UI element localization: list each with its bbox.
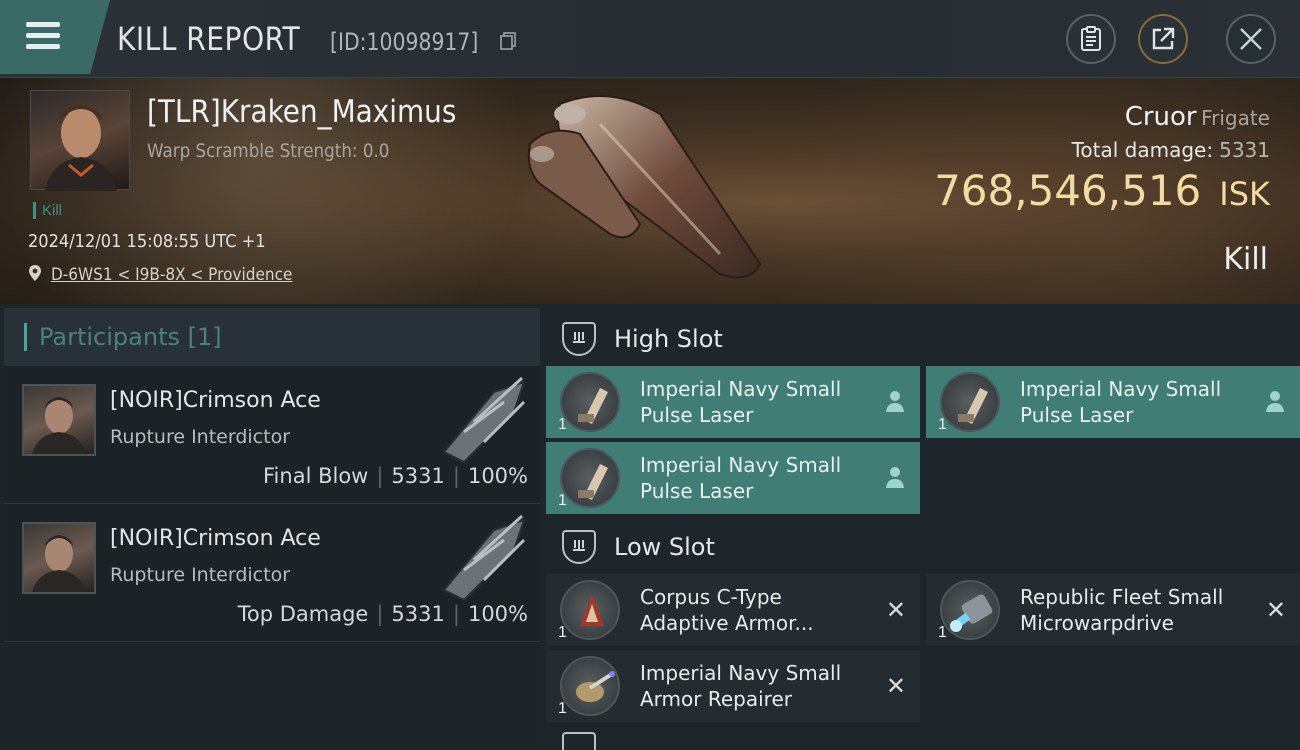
participant-card[interactable]: [NOIR]Crimson Ace Rupture Interdictor To…	[4, 504, 540, 642]
fitting-panel: High Slot 1 Imperial Navy Small Pulse La…	[540, 304, 1300, 750]
module-name: Imperial Navy Small Armor Repairer	[640, 661, 842, 711]
warp-scramble-strength: Warp Scramble Strength: 0.0	[147, 140, 390, 162]
victim-ship-image	[527, 95, 762, 279]
module-name: Imperial Navy Small Pulse Laser	[1020, 377, 1222, 427]
module-item[interactable]: 1 Imperial Navy Small Pulse Laser	[926, 366, 1300, 438]
module-item[interactable]: 1 Republic Fleet Small Microwarpdrive ✕	[926, 574, 1300, 646]
destroyed-icon: ✕	[885, 672, 906, 700]
clipboard-button[interactable]	[1066, 14, 1116, 64]
participant-ship: Rupture Interdictor	[110, 564, 290, 586]
pulse-laser-icon	[560, 448, 620, 508]
kill-datetime: 2024/12/01 15:08:55 UTC +1	[28, 231, 266, 252]
mid-slot-icon	[562, 732, 596, 750]
participant-percent: 100%	[467, 602, 528, 626]
person-icon	[1266, 391, 1284, 412]
participant-ship-image	[442, 514, 526, 602]
module-item[interactable]: 1 Imperial Navy Small Pulse Laser	[546, 442, 920, 514]
module-item[interactable]: 1 Corpus C-Type Adaptive Armor... ✕	[546, 574, 920, 646]
participants-title: Participants [1]	[39, 323, 222, 351]
total-damage-value: 5331	[1219, 138, 1270, 162]
pulse-laser-icon	[940, 372, 1000, 432]
participant-damage: 5331	[391, 602, 445, 626]
module-item[interactable]: 1 Imperial Navy Small Pulse Laser	[546, 366, 920, 438]
participants-header[interactable]: Participants [1]	[4, 308, 540, 366]
participant-name[interactable]: [NOIR]Crimson Ace	[110, 526, 321, 551]
share-icon	[1152, 27, 1175, 50]
person-icon	[886, 391, 904, 412]
close-icon	[1240, 28, 1262, 50]
participant-damage: 5331	[391, 464, 445, 488]
module-quantity: 1	[558, 492, 567, 509]
module-quantity: 1	[558, 624, 567, 641]
participants-panel: Participants [1] [NOIR]Crimson Ace Ruptu…	[0, 304, 540, 750]
copy-icon[interactable]	[500, 32, 516, 50]
report-id: [ID:10098917]	[330, 28, 479, 56]
isk-unit: ISK	[1219, 175, 1270, 213]
kill-tag: Kill	[33, 202, 62, 219]
module-quantity: 1	[938, 624, 947, 641]
person-icon	[886, 467, 904, 488]
module-name: Imperial Navy Small Pulse Laser	[640, 377, 842, 427]
participant-role: Top Damage	[237, 602, 369, 626]
pilot-portrait-icon	[45, 105, 117, 191]
participant-ship-image	[442, 376, 526, 464]
isk-value: 768,546,516	[934, 166, 1202, 215]
participant-avatar[interactable]	[22, 384, 96, 456]
module-name: Imperial Navy Small Pulse Laser	[640, 453, 842, 503]
armor-repairer-icon	[560, 656, 620, 716]
low-slot-icon	[562, 530, 596, 564]
participant-percent: 100%	[467, 464, 528, 488]
participant-role: Final Blow	[263, 464, 369, 488]
menu-button[interactable]	[0, 0, 110, 74]
result-label: Kill	[1223, 242, 1268, 277]
low-slot-header: Low Slot	[546, 518, 1300, 576]
module-name: Corpus C-Type Adaptive Armor...	[640, 585, 814, 635]
module-quantity: 1	[558, 700, 567, 717]
participant-avatar[interactable]	[22, 522, 96, 594]
module-quantity: 1	[558, 416, 567, 433]
module-quantity: 1	[938, 416, 947, 433]
high-slot-header: High Slot	[546, 310, 1300, 368]
destroyed-icon: ✕	[885, 596, 906, 624]
kill-location-link[interactable]: D-6WS1 < I9B-8X < Providence	[51, 265, 292, 285]
participant-card[interactable]: [NOIR]Crimson Ace Rupture Interdictor Fi…	[4, 366, 540, 504]
participant-name[interactable]: [NOIR]Crimson Ace	[110, 388, 321, 413]
header-bar: KILL REPORT [ID:10098917]	[0, 0, 1300, 78]
victim-ship-name[interactable]: Cruor	[1125, 102, 1197, 132]
clipboard-icon	[1081, 26, 1101, 51]
location-pin-icon	[29, 265, 41, 281]
share-button[interactable]	[1138, 14, 1188, 64]
armor-hardener-icon	[560, 580, 620, 640]
victim-ship-class: Frigate	[1201, 106, 1270, 130]
high-slot-label: High Slot	[614, 325, 723, 353]
victim-pilot-name[interactable]: [TLR]Kraken_Maximus	[147, 94, 456, 130]
module-item[interactable]: 1 Imperial Navy Small Armor Repairer ✕	[546, 650, 920, 722]
pilot-portrait-icon	[32, 397, 86, 454]
victim-portrait[interactable]	[30, 90, 130, 191]
victim-summary: [TLR]Kraken_Maximus Warp Scramble Streng…	[0, 78, 1300, 304]
pulse-laser-icon	[560, 372, 620, 432]
destroyed-icon: ✕	[1265, 596, 1286, 624]
low-slot-label: Low Slot	[614, 533, 715, 561]
participant-ship: Rupture Interdictor	[110, 426, 290, 448]
pilot-portrait-icon	[32, 535, 86, 592]
high-slot-icon	[562, 322, 596, 356]
microwarpdrive-icon	[940, 580, 1000, 640]
close-button[interactable]	[1226, 14, 1276, 64]
module-name: Republic Fleet Small Microwarpdrive	[1020, 585, 1224, 635]
page-title: KILL REPORT	[117, 20, 301, 58]
kill-report-window: { "header": { "title": "KILL REPORT", "r…	[0, 0, 1300, 750]
total-damage-label: Total damage:	[1071, 138, 1214, 162]
mid-slot-header	[546, 730, 1300, 750]
